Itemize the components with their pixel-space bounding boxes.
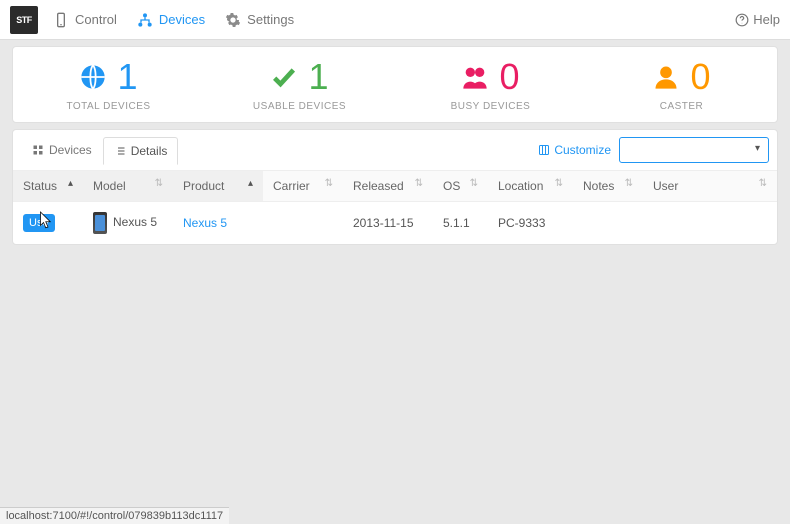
col-status[interactable]: Status▴ — [13, 171, 83, 202]
customize-label: Customize — [554, 143, 611, 157]
stat-total-value: 1 — [117, 59, 137, 95]
device-table: Status▴ Model⇅ Product▴ Carrier⇅ Release… — [13, 171, 777, 244]
phone-icon — [53, 12, 69, 28]
col-released[interactable]: Released⇅ — [343, 171, 433, 202]
nav-settings-label: Settings — [247, 12, 294, 27]
nav-devices[interactable]: Devices — [137, 12, 205, 28]
cell-product[interactable]: Nexus 5 — [183, 216, 227, 230]
grid-icon — [32, 144, 44, 156]
status-bar: localhost:7100/#!/control/079839b113dc11… — [0, 507, 229, 524]
tab-devices[interactable]: Devices — [21, 136, 103, 164]
nav-control[interactable]: Control — [53, 12, 117, 28]
sort-icon: ⇅ — [555, 179, 563, 189]
nav-settings[interactable]: Settings — [225, 12, 294, 28]
device-thumb-icon — [93, 212, 107, 234]
sort-icon: ⇅ — [155, 179, 163, 189]
stat-usable: 1 USABLE DEVICES — [204, 59, 395, 112]
sort-icon: ⇅ — [759, 179, 767, 189]
view-tabs: Devices Details — [21, 136, 178, 164]
table-toolbar: Devices Details Customize — [13, 130, 777, 171]
nav-help-label: Help — [753, 12, 780, 27]
help-icon — [735, 13, 749, 27]
col-user[interactable]: User⇅ — [643, 171, 777, 202]
col-notes[interactable]: Notes⇅ — [573, 171, 643, 202]
sort-icon: ⇅ — [470, 179, 478, 189]
col-model[interactable]: Model⇅ — [83, 171, 173, 202]
col-location[interactable]: Location⇅ — [488, 171, 573, 202]
user-icon — [652, 63, 680, 91]
cell-model: Nexus 5 — [113, 215, 157, 229]
stat-caster: 0 CASTER — [586, 59, 777, 112]
tab-details[interactable]: Details — [103, 137, 179, 165]
globe-icon — [79, 63, 107, 91]
device-table-card: Devices Details Customize Status▴ Model⇅… — [12, 129, 778, 245]
sort-icon: ⇅ — [625, 179, 633, 189]
gear-icon — [225, 12, 241, 28]
sitemap-icon — [137, 12, 153, 28]
stat-caster-label: CASTER — [586, 101, 777, 112]
stat-busy-label: BUSY DEVICES — [395, 101, 586, 112]
cell-os: 5.1.1 — [433, 202, 488, 245]
stats-card: 1 TOTAL DEVICES 1 USABLE DEVICES 0 BUSY … — [12, 46, 778, 123]
logo: STF — [10, 6, 38, 34]
sort-icon: ⇅ — [325, 179, 333, 189]
columns-icon — [538, 144, 550, 156]
stat-caster-value: 0 — [690, 59, 710, 95]
stat-usable-label: USABLE DEVICES — [204, 101, 395, 112]
top-nav: STF Control Devices Settings Help — [0, 0, 790, 40]
col-carrier[interactable]: Carrier⇅ — [263, 171, 343, 202]
table-row[interactable]: Use Nexus 5 Nexus 5 2013-11-15 5.1.1 PC-… — [13, 202, 777, 245]
col-os[interactable]: OS⇅ — [433, 171, 488, 202]
cell-carrier — [263, 202, 343, 245]
nav-devices-label: Devices — [159, 12, 205, 27]
use-button[interactable]: Use — [23, 214, 55, 232]
stat-usable-value: 1 — [308, 59, 328, 95]
stat-busy-value: 0 — [499, 59, 519, 95]
users-icon — [461, 63, 489, 91]
sort-icon: ⇅ — [415, 179, 423, 189]
nav-group: Control Devices Settings — [53, 12, 735, 28]
check-icon — [270, 63, 298, 91]
cell-notes — [573, 202, 643, 245]
tab-details-label: Details — [131, 144, 168, 158]
stat-total-label: TOTAL DEVICES — [13, 101, 204, 112]
list-icon — [114, 145, 126, 157]
stat-total: 1 TOTAL DEVICES — [13, 59, 204, 112]
nav-control-label: Control — [75, 12, 117, 27]
cell-released: 2013-11-15 — [343, 202, 433, 245]
cell-user — [643, 202, 777, 245]
nav-help[interactable]: Help — [735, 12, 780, 27]
tab-devices-label: Devices — [49, 143, 92, 157]
customize-button[interactable]: Customize — [538, 143, 611, 157]
sort-up-icon: ▴ — [248, 179, 253, 189]
cell-location: PC-9333 — [488, 202, 573, 245]
filter-select[interactable] — [619, 137, 769, 163]
col-product[interactable]: Product▴ — [173, 171, 263, 202]
stat-busy: 0 BUSY DEVICES — [395, 59, 586, 112]
sort-up-icon: ▴ — [68, 179, 73, 189]
